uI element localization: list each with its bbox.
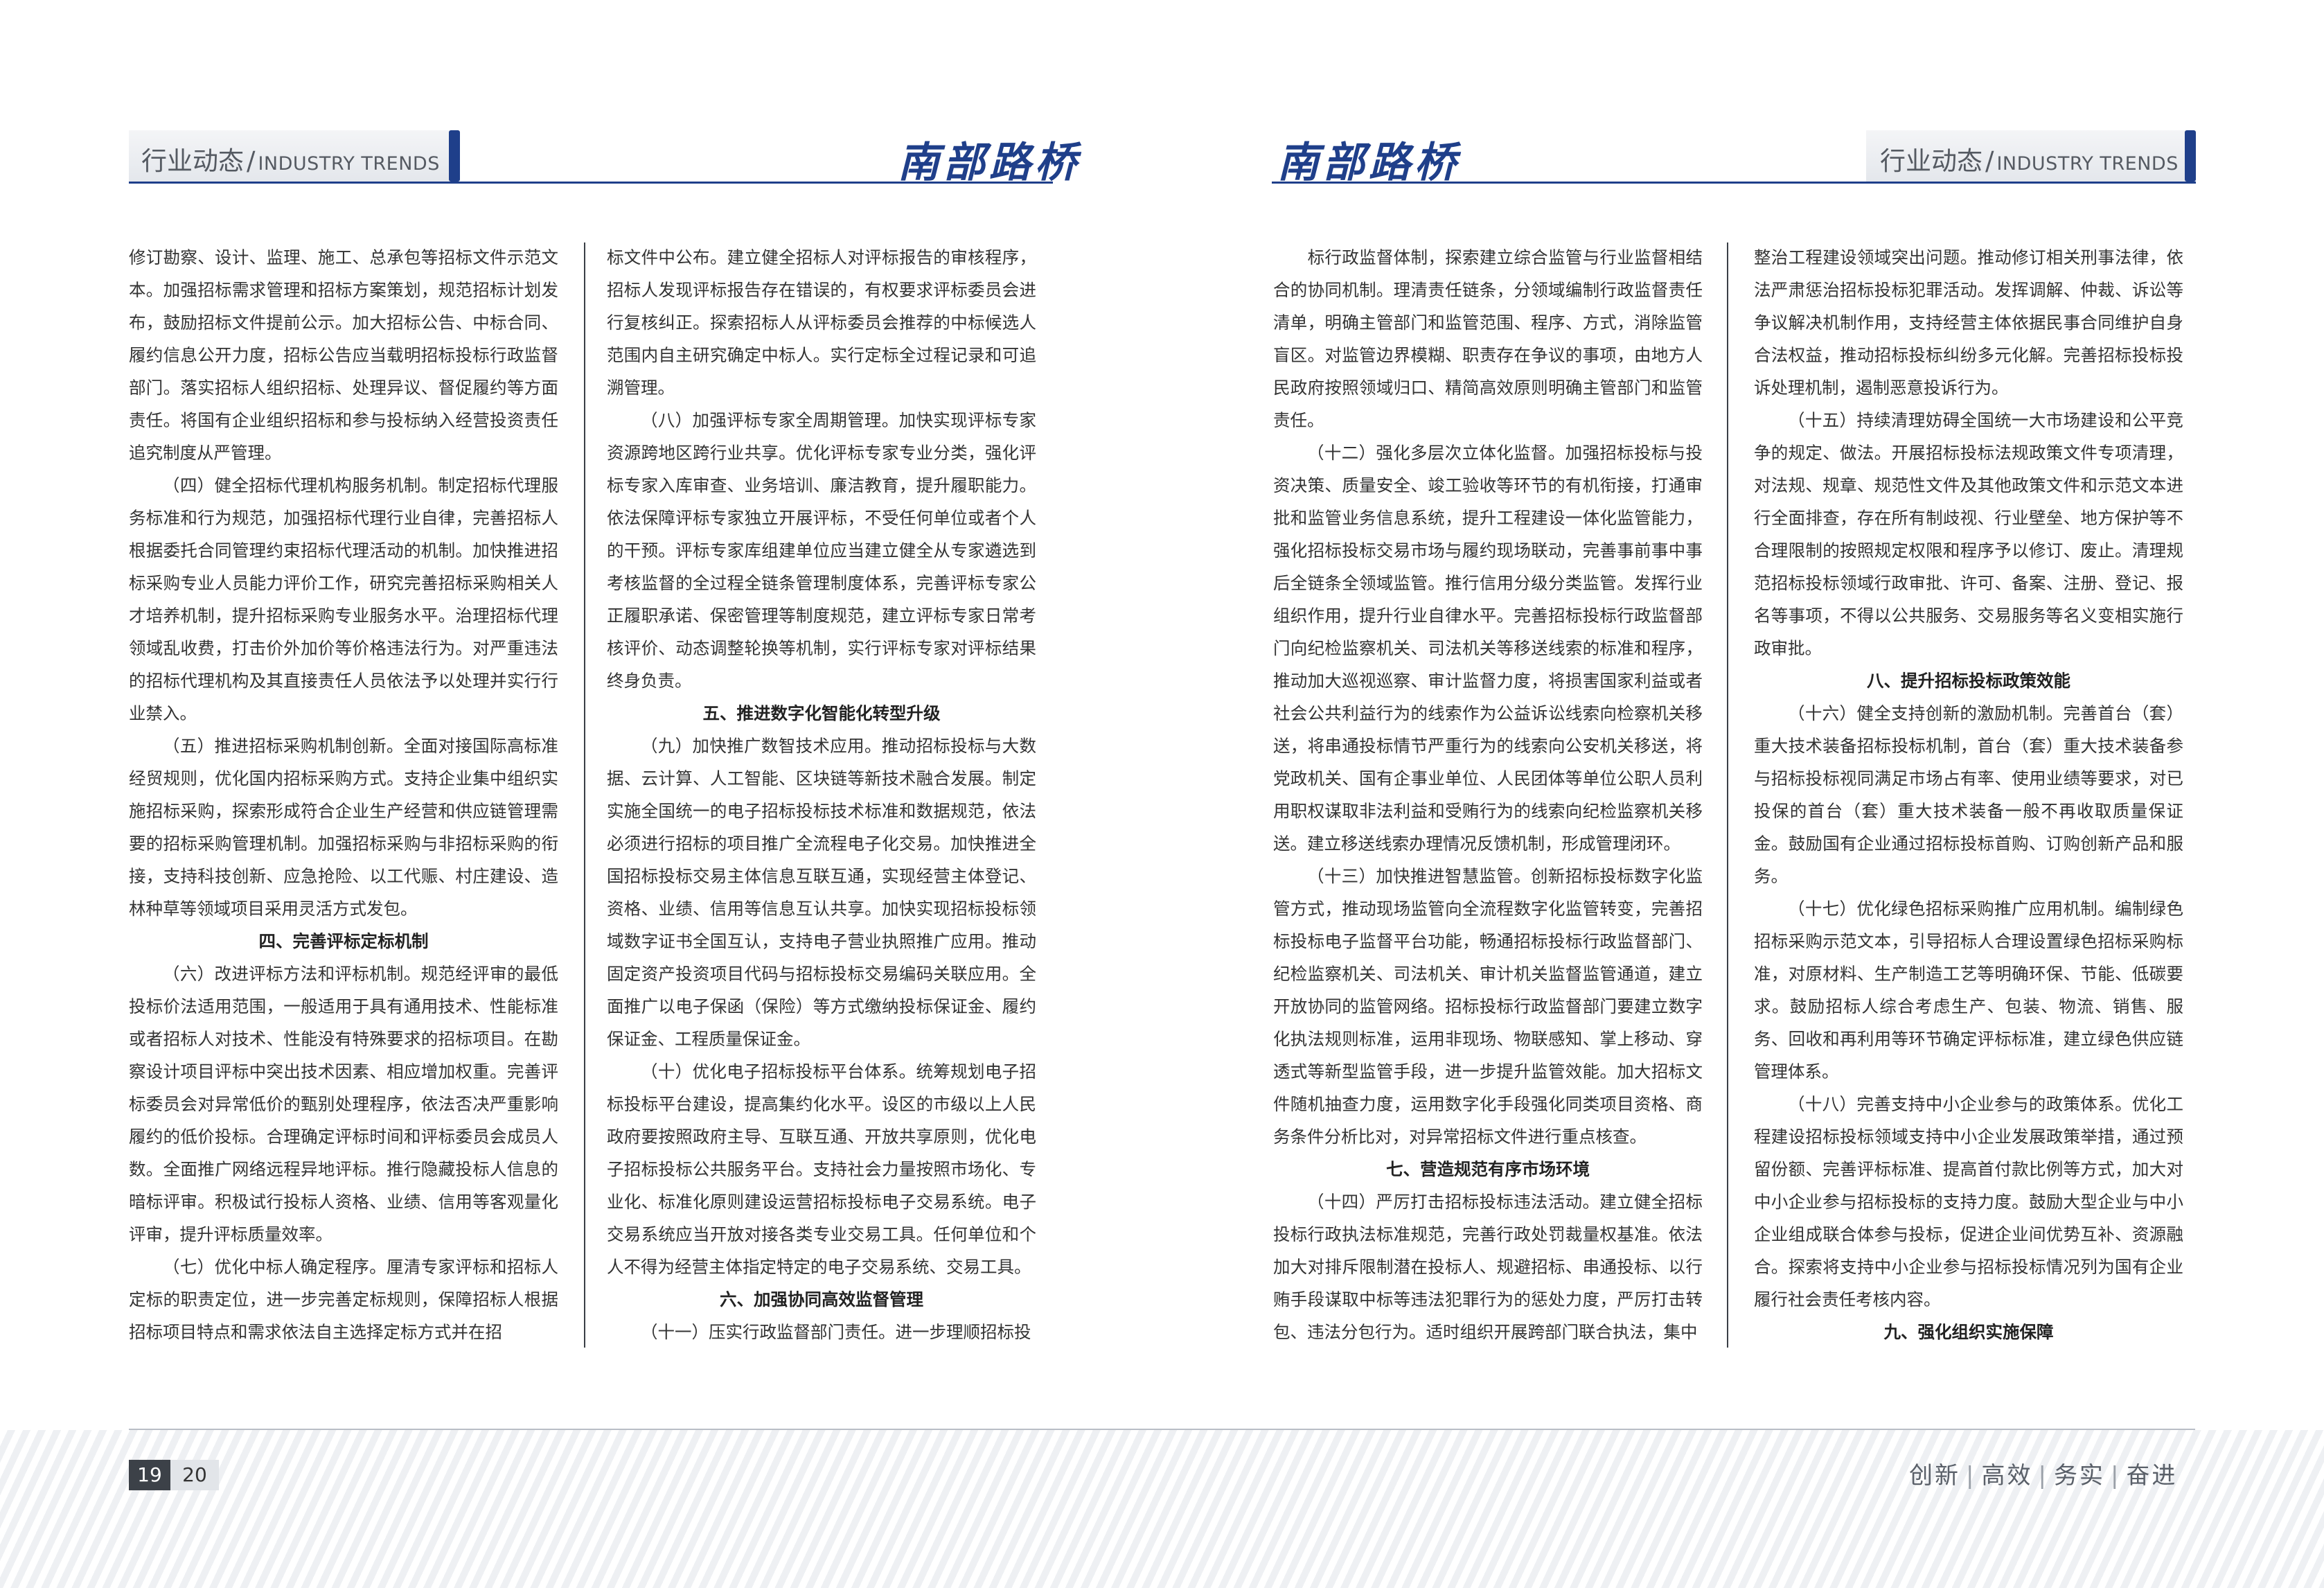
footer-rule bbox=[129, 1429, 2195, 1430]
header-rule bbox=[1272, 182, 2196, 184]
body-paragraph: （七）优化中标人确定程序。厘清专家评标和招标人定标的职责定位，进一步完善定标规则… bbox=[129, 1257, 558, 1342]
body-paragraph: （六）改进评标方法和评标机制。规范经评审的最低投标价法适用范围，一般适用于具有通… bbox=[129, 964, 558, 1244]
body-paragraph: （九）加快推广数智技术应用。推动招标投标与大数据、云计算、人工智能、区块链等新技… bbox=[607, 736, 1036, 1049]
section-heading: 五、推进数字化智能化转型升级 bbox=[702, 703, 941, 723]
section-title-cn: 行业动态 bbox=[1880, 146, 1983, 176]
section-title: 行业动态 / INDUSTRY TRENDS bbox=[1880, 140, 2179, 177]
body-paragraph: （十七）优化绿色招标采购推广应用机制。编制绿色招标采购示范文本，引导招标人合理设… bbox=[1754, 899, 2183, 1082]
body-paragraph: （十三）加快推进智慧监管。创新招标投标数字化监管方式，推动现场监管向全流程数字化… bbox=[1273, 866, 1703, 1147]
text-column-4: 整治工程建设领域突出问题。推动修订相关刑事法律，依法严肃惩治招标投标犯罪活动。发… bbox=[1754, 241, 2183, 1348]
header-accent-bar bbox=[449, 130, 460, 182]
column-divider bbox=[1727, 242, 1728, 1348]
body-paragraph: （十八）完善支持中小企业参与的政策体系。优化工程建设招标投标领域支持中小企业发展… bbox=[1754, 1094, 2183, 1309]
body-paragraph: 标文件中公布。建立健全招标人对评标报告的审核程序，招标人发现评标报告存在错误的，… bbox=[607, 247, 1036, 398]
body-paragraph: （十五）持续清理妨碍全国统一大市场建设和公平竞争的规定、做法。开展招标投标法规政… bbox=[1754, 410, 2183, 658]
section-header-tab: 行业动态 / INDUSTRY TRENDS bbox=[129, 130, 452, 182]
page-number-right: 20 bbox=[170, 1460, 219, 1490]
section-title-cn: 行业动态 bbox=[141, 146, 244, 176]
section-heading: 九、强化组织实施保障 bbox=[1883, 1322, 2054, 1342]
text-column-1: 修订勘察、设计、监理、施工、总承包等招标文件示范文本。加强招标需求管理和招标方案… bbox=[129, 241, 558, 1348]
body-paragraph: （十四）严厉打击招标投标违法活动。建立健全招标投标行政执法标准规范，完善行政处罚… bbox=[1273, 1192, 1703, 1342]
brand-logo: 南部路桥 bbox=[898, 139, 1081, 187]
column-divider bbox=[584, 242, 585, 1348]
section-title-en: INDUSTRY TRENDS bbox=[1996, 153, 2179, 175]
right-page: 南部路桥 行业动态 / INDUSTRY TRENDS 标行政监督体制，探索建立综合… bbox=[1162, 0, 2324, 1588]
text-column-2: 标文件中公布。建立健全招标人对评标报告的审核程序，招标人发现评标报告存在错误的，… bbox=[607, 241, 1036, 1348]
section-heading: 六、加强协同高效监督管理 bbox=[720, 1289, 923, 1309]
body-paragraph: （五）推进招标采购机制创新。全面对接国际高标准经贸规则，优化国内招标采购方式。支… bbox=[129, 736, 558, 919]
section-heading: 四、完善评标定标机制 bbox=[258, 931, 429, 951]
section-title: 行业动态 / INDUSTRY TRENDS bbox=[141, 140, 440, 177]
slogan-word: 创新 bbox=[1909, 1462, 1960, 1490]
section-heading: 七、营造规范有序市场环境 bbox=[1386, 1159, 1590, 1179]
brand-logo: 南部路桥 bbox=[1277, 139, 1460, 187]
body-paragraph: （八）加强评标专家全周期管理。加快实现评标专家资源跨地区跨行业共享。优化评标专家… bbox=[607, 410, 1036, 691]
header-accent-bar bbox=[2185, 130, 2196, 182]
body-paragraph: （十一）压实行政监督部门责任。进一步理顺招标投 bbox=[641, 1322, 1031, 1342]
slogan-word: 高效 bbox=[1981, 1462, 2033, 1490]
page-number-left: 19 bbox=[129, 1460, 170, 1490]
slogan-word: 务实 bbox=[2053, 1462, 2105, 1490]
body-paragraph: （十二）强化多层次立体化监督。加强招标投标与投资决策、质量安全、竣工验收等环节的… bbox=[1273, 443, 1703, 854]
section-title-en: INDUSTRY TRENDS bbox=[258, 153, 440, 175]
body-paragraph: 修订勘察、设计、监理、施工、总承包等招标文件示范文本。加强招标需求管理和招标方案… bbox=[129, 247, 558, 463]
section-title-separator: / bbox=[1985, 146, 1994, 176]
body-paragraph: 标行政监督体制，探索建立综合监管与行业监督相结合的协同机制。理清责任链条，分领域… bbox=[1273, 247, 1703, 430]
left-page: 行业动态 / INDUSTRY TRENDS 南部路桥 修订勘察、设计、监理、施工、… bbox=[0, 0, 1162, 1588]
section-title-separator: / bbox=[247, 146, 256, 176]
section-header-tab: 行业动态 / INDUSTRY TRENDS bbox=[1866, 130, 2193, 182]
text-column-3: 标行政监督体制，探索建立综合监管与行业监督相结合的协同机制。理清责任链条，分领域… bbox=[1273, 241, 1703, 1348]
section-heading: 八、提升招标投标政策效能 bbox=[1867, 671, 2070, 691]
body-paragraph: （十六）健全支持创新的激励机制。完善首台（套）重大技术装备招标投标机制，首台（套… bbox=[1754, 703, 2183, 886]
body-paragraph: 整治工程建设领域突出问题。推动修订相关刑事法律，依法严肃惩治招标投标犯罪活动。发… bbox=[1754, 247, 2183, 398]
footer-slogan: 创新 | 高效 | 务实 | 奋进 bbox=[1909, 1462, 2178, 1490]
body-paragraph: （四）健全招标代理机构服务机制。制定招标代理服务标准和行为规范，加强招标代理行业… bbox=[129, 475, 558, 723]
body-paragraph: （十）优化电子招标投标平台体系。统筹规划电子招标投标平台建设，提高集约化水平。设… bbox=[607, 1061, 1036, 1277]
slogan-word: 奋进 bbox=[2126, 1462, 2178, 1490]
footer-pattern bbox=[0, 1430, 2324, 1588]
